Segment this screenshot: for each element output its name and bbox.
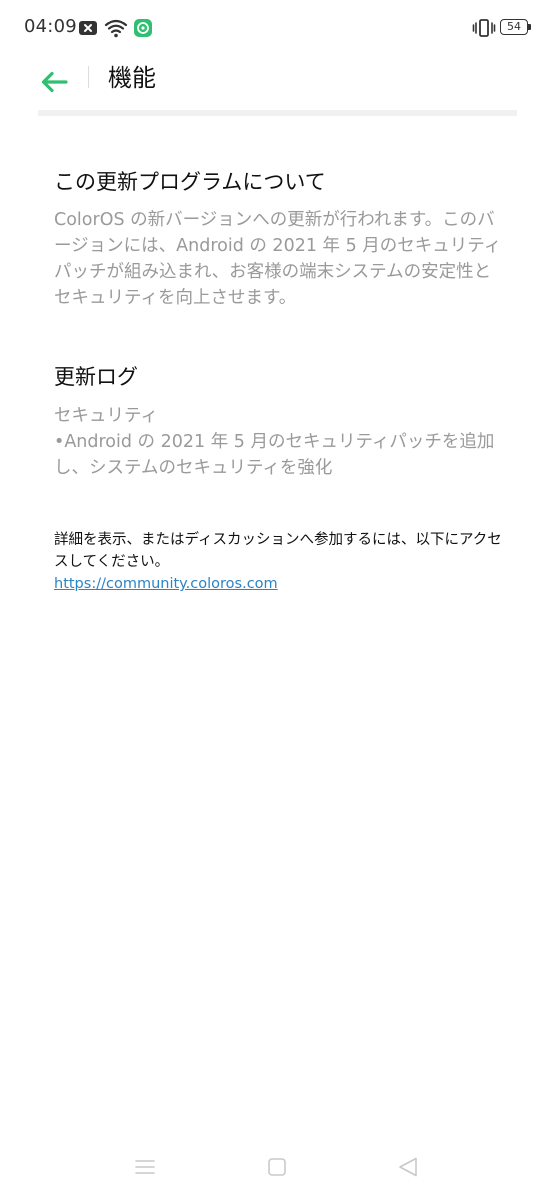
home-icon: [268, 1158, 286, 1176]
community-link[interactable]: https://community.coloros.com: [54, 573, 278, 595]
about-body: ColorOS の新バージョンへの更新が行われます。このバージョンには、Andr…: [54, 210, 502, 308]
header-divider: [88, 66, 89, 88]
vibrate-icon: [472, 19, 496, 37]
changelog-category: セキュリティ: [54, 406, 158, 426]
battery-level: 54: [507, 20, 521, 33]
status-time: 04:09: [24, 16, 77, 37]
back-button[interactable]: [34, 62, 74, 102]
nav-menu-button[interactable]: [131, 1154, 159, 1180]
battery-icon: 54: [500, 19, 528, 35]
nav-back-button[interactable]: [394, 1154, 422, 1180]
header: 機能: [0, 56, 554, 112]
wifi-icon: [104, 19, 128, 38]
menu-icon: [135, 1160, 155, 1174]
close-notification-icon: [79, 21, 97, 35]
status-bar: 04:09 54: [0, 0, 554, 56]
back-triangle-icon: [399, 1157, 417, 1177]
changelog-heading: 更新ログ: [54, 365, 138, 389]
changelog-item: •Android の 2021 年 5 月のセキュリティパッチを追加し、システム…: [54, 432, 495, 478]
header-underline: [38, 110, 517, 116]
arrow-left-icon: [41, 71, 68, 93]
battery-tip: [528, 24, 531, 30]
nav-home-button[interactable]: [263, 1154, 291, 1180]
page-title: 機能: [108, 64, 156, 92]
more-info-text: 詳細を表示、またはディスカッションへ参加するには、以下にアクセスしてください。: [54, 532, 502, 570]
about-heading: この更新プログラムについて: [54, 170, 326, 194]
nav-bar: [0, 1140, 554, 1200]
app-notification-icon: [134, 19, 152, 37]
